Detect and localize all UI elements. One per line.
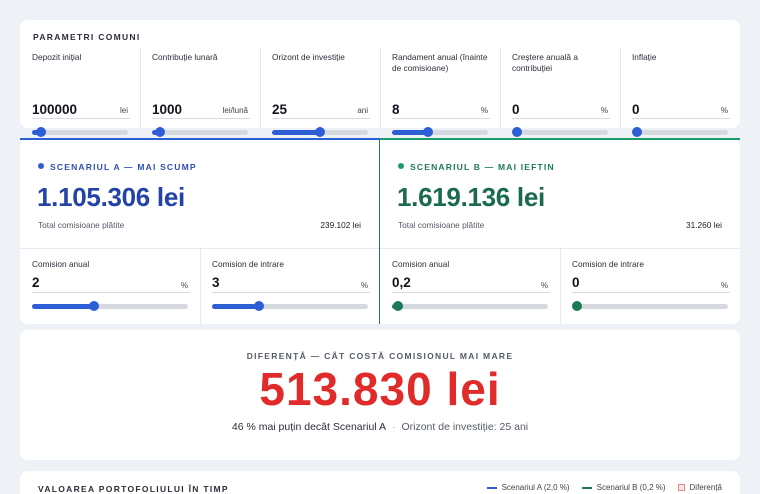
- dot-icon: [38, 163, 44, 169]
- entry-fee-slider[interactable]: [212, 301, 368, 311]
- difference-note: 46 % mai puțin decât Scenariul A · Orizont…: [231, 421, 529, 433]
- initial-deposit-slider[interactable]: [32, 127, 128, 137]
- legend-item-a[interactable]: Scenariul A (2,0 %): [486, 483, 570, 492]
- entry-fee-slider[interactable]: [572, 301, 728, 311]
- unit-label: lei: [119, 106, 128, 115]
- entry-fee-input[interactable]: 3: [212, 275, 220, 290]
- scenario-a-final-value: 1.105.306 lei: [37, 182, 185, 212]
- monthly-contribution-input[interactable]: 1000: [152, 102, 182, 117]
- investment-horizon-input[interactable]: 25: [272, 102, 287, 117]
- scenario-a-entry-fee: Comision de intrare 3 %: [200, 248, 380, 326]
- inflation-slider[interactable]: [632, 127, 728, 137]
- common-parameters-card: PARAMETRI COMUNI Depozit inițial 100000 le…: [20, 20, 740, 137]
- slider-thumb[interactable]: [89, 301, 100, 311]
- slider-thumb[interactable]: [512, 127, 522, 137]
- scenario-a-title: SCENARIUL A — MAI SCUMP: [38, 162, 197, 172]
- entry-fee-input[interactable]: 0: [572, 275, 580, 290]
- unit-label: ani: [357, 106, 368, 115]
- investment-horizon-slider[interactable]: [272, 127, 368, 137]
- unit-label: %: [720, 106, 728, 115]
- initial-deposit-input[interactable]: 100000: [32, 102, 77, 117]
- scenario-b-panel: SCENARIUL B — MAI IEFTIN 1.619.136 lei T…: [380, 138, 740, 324]
- slider-thumb[interactable]: [35, 127, 46, 137]
- difference-card: DIFERENȚĂ — CÂT COSTĂ COMISIONUL MAI MAR…: [20, 330, 740, 460]
- param-annual-return: Randament anual (înainte de comisioane) 8…: [380, 48, 500, 137]
- scenario-b-title: SCENARIUL B — MAI IEFTIN: [398, 162, 555, 172]
- param-label: Randament anual (înainte de comisioane): [392, 52, 488, 73]
- slider-thumb[interactable]: [315, 127, 325, 137]
- annual-fee-input[interactable]: 0,2: [392, 275, 411, 290]
- contribution-growth-slider[interactable]: [512, 127, 608, 137]
- scenarios-card: SCENARIUL A — MAI SCUMP 1.105.306 lei To…: [20, 138, 740, 324]
- param-label: Orizont de investiție: [272, 52, 345, 62]
- contribution-growth-input[interactable]: 0: [512, 102, 520, 117]
- slider-thumb[interactable]: [632, 127, 642, 137]
- unit-label: lei/lună: [222, 106, 248, 115]
- unit-label: %: [600, 106, 608, 115]
- scenario-a-panel: SCENARIUL A — MAI SCUMP 1.105.306 lei To…: [20, 138, 380, 324]
- param-label: Creștere anuală a contribuției: [512, 52, 578, 73]
- legend-item-b[interactable]: Scenariul B (0,2 %): [581, 483, 666, 492]
- fees-label: Total comisioane plătite: [38, 220, 125, 230]
- difference-amount: 513.830 lei: [259, 363, 501, 415]
- legend-item-difference[interactable]: Diferență: [677, 483, 722, 492]
- annual-return-input[interactable]: 8: [392, 102, 400, 117]
- param-label: Contribuție lunară: [152, 52, 218, 62]
- unit-label: %: [480, 106, 488, 115]
- param-investment-horizon: Orizont de investiție 25 ani: [260, 48, 380, 137]
- param-contribution-growth: Creștere anuală a contribuției 0%: [500, 48, 620, 137]
- annual-fee-slider[interactable]: [32, 301, 188, 311]
- param-monthly-contribution: Contribuție lunară 1000 lei/lună: [140, 48, 260, 137]
- slider-thumb[interactable]: [253, 301, 264, 311]
- param-initial-deposit: Depozit inițial 100000 lei: [20, 48, 140, 137]
- param-label: Inflație: [632, 52, 657, 62]
- chart-legend: Scenariul A (2,0 %) Scenariul B (0,2 %) …: [486, 483, 722, 492]
- inflation-input[interactable]: 0: [632, 102, 640, 117]
- scenario-a-annual-fee: Comision anual 2 %: [20, 248, 200, 326]
- fees-label: Total comisioane plătite: [398, 220, 485, 230]
- monthly-contribution-slider[interactable]: [152, 127, 248, 137]
- scenario-b-annual-fee: Comision anual 0,2 %: [380, 248, 560, 326]
- section-title: PARAMETRI COMUNI: [33, 32, 141, 42]
- scenario-b-entry-fee: Comision de intrare 0 %: [560, 248, 740, 326]
- fees-value: 239.102 lei: [320, 220, 361, 230]
- scenario-b-final-value: 1.619.136 lei: [397, 182, 545, 212]
- chart-title: VALOAREA PORTOFOLIULUI ÎN TIMP: [38, 484, 229, 494]
- fees-value: 31.260 lei: [686, 220, 722, 230]
- param-inflation: Inflație 0%: [620, 48, 740, 137]
- annual-fee-slider[interactable]: [392, 301, 548, 311]
- slider-thumb[interactable]: [154, 127, 165, 137]
- annual-fee-input[interactable]: 2: [32, 275, 40, 290]
- slider-thumb[interactable]: [572, 301, 582, 311]
- difference-label: DIFERENȚĂ — CÂT COSTĂ COMISIONUL MAI MAR…: [246, 351, 514, 361]
- slider-thumb[interactable]: [423, 127, 434, 137]
- annual-return-slider[interactable]: [392, 127, 488, 137]
- portfolio-chart-card: VALOAREA PORTOFOLIULUI ÎN TIMP Scenariul…: [20, 471, 740, 494]
- dot-icon: [398, 163, 404, 169]
- param-label: Depozit inițial: [32, 52, 82, 62]
- slider-thumb[interactable]: [393, 301, 404, 311]
